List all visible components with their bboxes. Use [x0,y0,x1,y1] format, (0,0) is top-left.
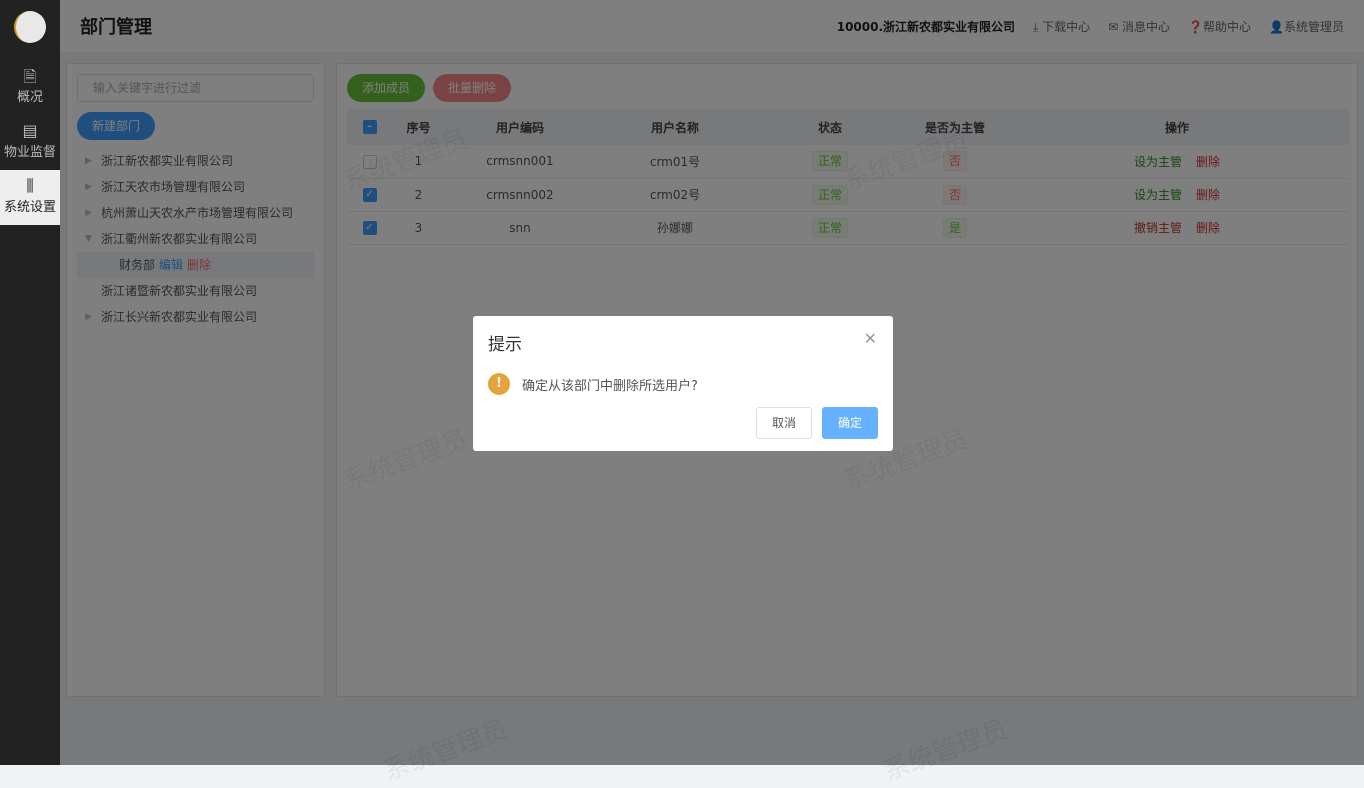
nav-label: 物业监督 [3,145,56,160]
nav-system-settings[interactable]: ⫼ 系统设置 [0,170,60,225]
close-icon[interactable]: ✕ [864,329,877,348]
nav-label: 概况 [16,90,43,105]
dialog-message: 确定从该部门中删除所选用户? [522,378,698,394]
logo [14,11,46,43]
nav-overview[interactable]: 🗎 概况 [0,60,60,115]
cancel-button[interactable]: 取消 [756,407,812,439]
nav-label: 系统设置 [3,200,56,215]
dialog-title: 提示 [488,335,522,355]
nav-property-supervision[interactable]: ▤ 物业监督 [0,115,60,170]
sliders-icon: ⫼ [26,176,34,195]
confirm-dialog: 提示 ✕ ! 确定从该部门中删除所选用户? 取消 确定 [473,316,893,451]
sidebar: 🗎 概况 ▤ 物业监督 ⫼ 系统设置 [0,0,60,765]
confirm-button[interactable]: 确定 [822,407,878,439]
warning-icon: ! [488,373,510,395]
document-icon: 🗎 [23,67,37,86]
list-icon: ▤ [22,121,38,140]
